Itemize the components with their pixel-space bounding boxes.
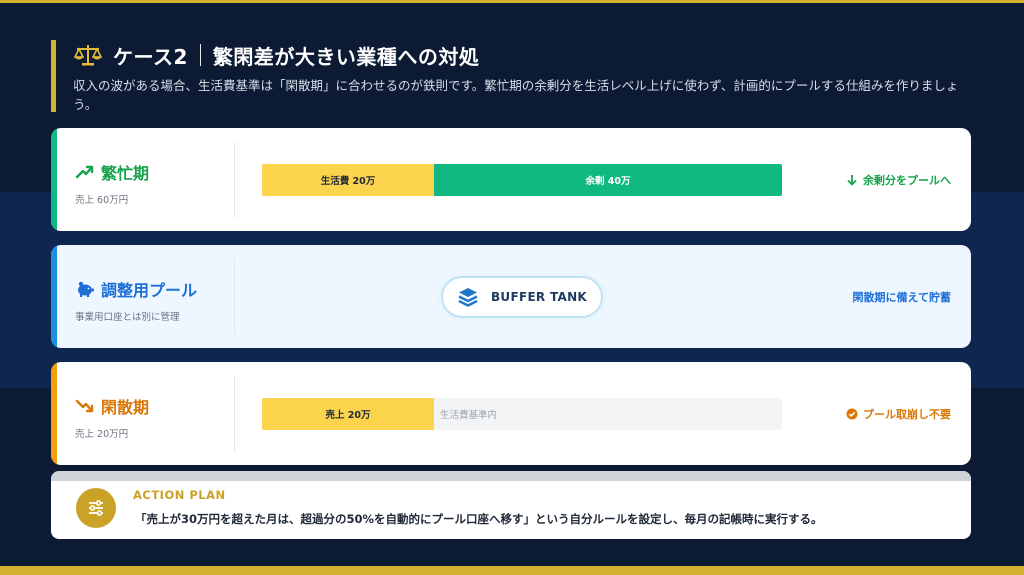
trending-up-icon: [75, 165, 94, 179]
bottom-accent-bar: [0, 566, 1024, 575]
busy-season-sales: 売上 60万円: [75, 195, 129, 206]
layers-icon: [458, 288, 478, 307]
within-budget-segment: 生活費基準内: [434, 398, 782, 430]
card-stripe: [51, 128, 57, 231]
buffer-tank-label: BUFFER TANK: [490, 290, 588, 304]
busy-season-label: 繁忙期: [101, 164, 150, 183]
surplus-segment: 余剰 40万: [434, 164, 782, 196]
title-separator: [199, 44, 201, 66]
card-divider: [234, 142, 235, 218]
title-row: ケース2 繁閑差が大きい業種への対処: [73, 40, 479, 70]
page-subtitle: 収入の波がある場合、生活費基準は「閑散期」に合わせるのが鉄則です。繁忙期の余剰分…: [73, 78, 959, 112]
slow-season-card: 閑散期 売上 20万円 売上 20万 生活費基準内 プール取崩し不要: [51, 362, 971, 465]
buffer-tank-badge: BUFFER TANK: [441, 276, 603, 318]
action-plan-card: ACTION PLAN 「売上が30万円を超えた月は、超過分の50%を自動的にプ…: [51, 471, 971, 539]
action-plan-icon-circle: [76, 488, 116, 528]
trending-down-icon: [75, 399, 94, 413]
buffer-pool-note: 閑散期に備えて貯蓄: [853, 289, 951, 305]
case-label: ケース2: [113, 44, 188, 69]
busy-season-card: 繁忙期 売上 60万円 生活費 20万 余剰 40万 余剰分をプールへ: [51, 128, 971, 231]
slow-season-note: プール取崩し不要: [846, 406, 951, 422]
busy-season-bar: 生活費 20万 余剰 40万: [262, 164, 782, 196]
card-stripe: [51, 362, 57, 465]
busy-season-note: 余剰分をプールへ: [846, 172, 951, 188]
card-label-area: 調整用プール 事業用口座とは別に管理: [75, 277, 197, 323]
buffer-pool-label: 調整用プール: [101, 281, 198, 300]
slow-season-sales: 売上 20万円: [75, 429, 129, 440]
slow-season-label: 閑散期: [101, 398, 150, 417]
slide-header: ケース2 繁閑差が大きい業種への対処 収入の波がある場合、生活費基準は「閑散期」…: [51, 38, 981, 112]
page-title: 繁閑差が大きい業種への対処: [212, 44, 480, 69]
card-label-area: 繁忙期 売上 60万円: [75, 160, 149, 206]
slow-season-bar: 売上 20万 生活費基準内: [262, 398, 782, 430]
sales-segment: 売上 20万: [262, 398, 434, 430]
buffer-pool-sub: 事業用口座とは別に管理: [75, 312, 180, 323]
busy-season-note-text: 余剰分をプールへ: [863, 174, 951, 187]
action-plan-top-strip: [51, 471, 971, 481]
sliders-icon: [89, 500, 103, 516]
card-label-area: 閑散期 売上 20万円: [75, 394, 149, 440]
action-plan-title: ACTION PLAN: [133, 488, 226, 502]
piggy-bank-icon: [78, 281, 94, 297]
buffer-pool-card: 調整用プール 事業用口座とは別に管理 BUFFER TANK 閑散期に備えて貯蓄: [51, 245, 971, 348]
card-divider: [234, 376, 235, 452]
living-cost-segment: 生活費 20万: [262, 164, 434, 196]
header-accent-bar: [51, 40, 56, 112]
action-plan-text: 「売上が30万円を超えた月は、超過分の50%を自動的にプール口座へ移す」という自…: [135, 512, 823, 526]
slow-season-note-text: プール取崩し不要: [863, 408, 951, 421]
balance-scale-icon: [73, 45, 103, 66]
card-divider: [234, 259, 235, 335]
check-circle-icon: [846, 408, 858, 420]
card-stripe: [51, 245, 57, 348]
top-accent-line: [0, 0, 1024, 3]
arrow-down-icon: [847, 175, 857, 186]
buffer-pool-note-text: 閑散期に備えて貯蓄: [852, 291, 951, 304]
